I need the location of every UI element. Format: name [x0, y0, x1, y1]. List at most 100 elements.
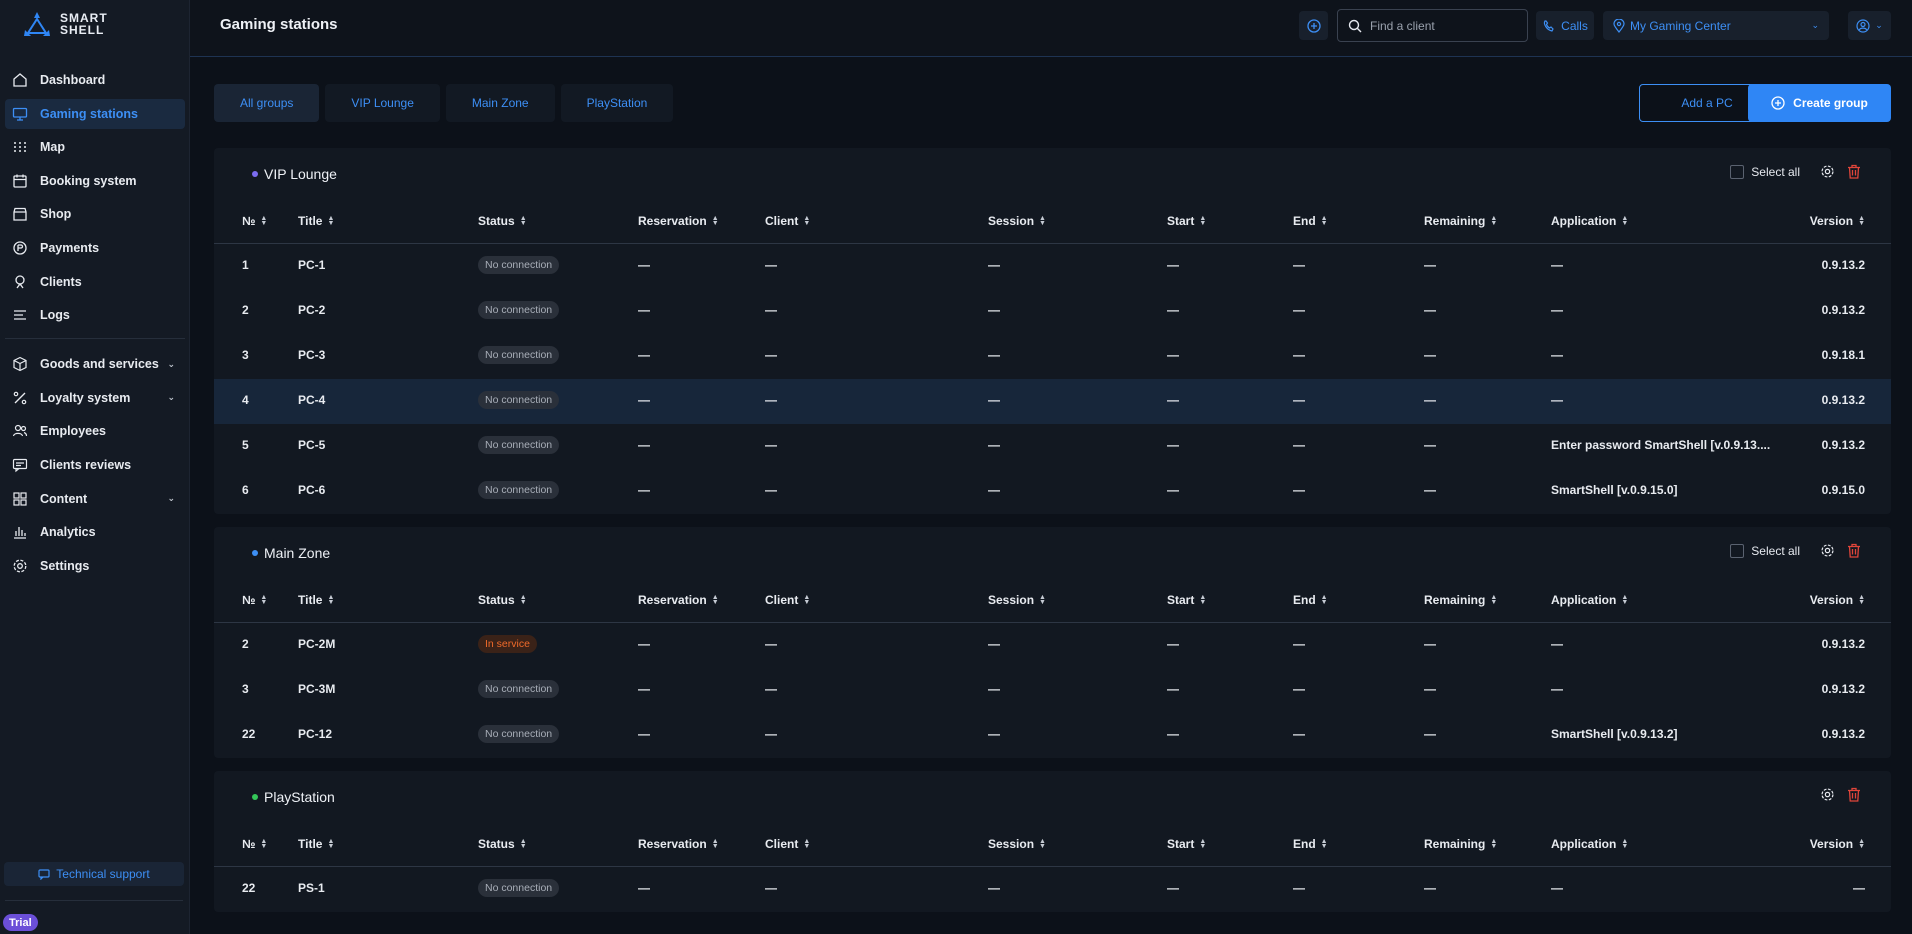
sidebar-item-settings[interactable]: Settings — [5, 551, 185, 581]
sort-icon[interactable]: ▲ ▼ — [520, 838, 527, 850]
sidebar-item-logs[interactable]: Logs — [5, 300, 185, 330]
sort-icon[interactable]: ▲ ▼ — [1621, 838, 1628, 850]
sort-icon[interactable]: ▲ ▼ — [1490, 594, 1497, 606]
column-header[interactable]: Client ▲ ▼ — [765, 214, 810, 228]
trash-icon[interactable] — [1847, 164, 1861, 179]
column-header[interactable]: Title ▲ ▼ — [298, 837, 334, 851]
column-header[interactable]: Application ▲ ▼ — [1551, 837, 1628, 851]
table-row[interactable]: 3 PC-3M No connection — — — — — — — 0.9.13.2 — [214, 668, 1891, 713]
sidebar-item-goods-and-services[interactable]: Goods and services ⌄ — [5, 349, 185, 379]
table-row[interactable]: 4 PC-4 No connection — — — — — — — 0.9.13.2 — [214, 379, 1891, 424]
column-header[interactable]: Version ▲ ▼ — [1810, 837, 1865, 851]
search-input[interactable] — [1370, 18, 1520, 33]
column-header[interactable]: № ▲ ▼ — [242, 837, 267, 851]
sort-icon[interactable]: ▲ ▼ — [1039, 838, 1046, 850]
sidebar-item-analytics[interactable]: Analytics — [5, 517, 185, 547]
column-header[interactable]: Remaining ▲ ▼ — [1424, 593, 1497, 607]
checkbox[interactable] — [1730, 543, 1745, 558]
column-header[interactable]: Version ▲ ▼ — [1810, 593, 1865, 607]
column-header[interactable]: Session ▲ ▼ — [988, 837, 1046, 851]
table-row[interactable]: 1 PC-1 No connection — — — — — — — 0.9.13.2 — [214, 244, 1891, 289]
column-header[interactable]: Start ▲ ▼ — [1167, 214, 1206, 228]
table-row[interactable]: 22 PC-12 No connection — — — — — — SmartShell [… — [214, 713, 1891, 758]
sort-icon[interactable]: ▲ ▼ — [520, 215, 527, 227]
column-header[interactable]: Client ▲ ▼ — [765, 837, 810, 851]
table-row[interactable]: 2 PC-2 No connection — — — — — — — 0.9.13.2 — [214, 289, 1891, 334]
column-header[interactable]: Remaining ▲ ▼ — [1424, 214, 1497, 228]
sort-icon[interactable]: ▲ ▼ — [1199, 838, 1206, 850]
sidebar-item-gaming-stations[interactable]: Gaming stations — [5, 98, 185, 129]
column-header[interactable]: Application ▲ ▼ — [1551, 214, 1628, 228]
pc-title[interactable]: PC-5 — [298, 438, 325, 452]
pc-title[interactable]: PC-2M — [298, 637, 335, 651]
column-header[interactable]: Status ▲ ▼ — [478, 593, 527, 607]
sort-icon[interactable]: ▲ ▼ — [803, 838, 810, 850]
pc-title[interactable]: PC-2 — [298, 303, 325, 317]
pc-title[interactable]: PC-3M — [298, 682, 335, 696]
column-header[interactable]: Reservation ▲ ▼ — [638, 593, 719, 607]
sort-icon[interactable]: ▲ ▼ — [1621, 594, 1628, 606]
column-header[interactable]: Title ▲ ▼ — [298, 214, 334, 228]
pc-title[interactable]: PC-3 — [298, 348, 325, 362]
sidebar-item-shop[interactable]: Shop — [5, 199, 185, 229]
pc-title[interactable]: PC-4 — [298, 393, 325, 407]
column-header[interactable]: Status ▲ ▼ — [478, 837, 527, 851]
gear-icon[interactable] — [1820, 787, 1835, 802]
sort-icon[interactable]: ▲ ▼ — [712, 215, 719, 227]
column-header[interactable]: End ▲ ▼ — [1293, 214, 1328, 228]
column-header[interactable]: End ▲ ▼ — [1293, 593, 1328, 607]
sort-icon[interactable]: ▲ ▼ — [260, 594, 267, 606]
sort-icon[interactable]: ▲ ▼ — [803, 594, 810, 606]
column-header[interactable]: Client ▲ ▼ — [765, 593, 810, 607]
sidebar-item-loyalty-system[interactable]: Loyalty system ⌄ — [5, 383, 185, 413]
column-header[interactable]: Reservation ▲ ▼ — [638, 837, 719, 851]
column-header[interactable]: Session ▲ ▼ — [988, 214, 1046, 228]
sort-icon[interactable]: ▲ ▼ — [1621, 215, 1628, 227]
select-all-checkbox[interactable]: Select all — [1730, 543, 1800, 558]
trash-icon[interactable] — [1847, 787, 1861, 802]
sort-icon[interactable]: ▲ ▼ — [712, 594, 719, 606]
sort-icon[interactable]: ▲ ▼ — [1199, 215, 1206, 227]
tab-playstation[interactable]: PlayStation — [560, 84, 674, 122]
add-circle-button[interactable] — [1299, 11, 1328, 40]
tab-vip-lounge[interactable]: VIP Lounge — [325, 84, 440, 122]
column-header[interactable]: Start ▲ ▼ — [1167, 593, 1206, 607]
sort-icon[interactable]: ▲ ▼ — [1490, 838, 1497, 850]
table-row[interactable]: 5 PC-5 No connection — — — — — — Enter password… — [214, 424, 1891, 469]
sort-icon[interactable]: ▲ ▼ — [327, 594, 334, 606]
table-row[interactable]: 2 PC-2M In service — — — — — — — 0.9.13.2 — [214, 623, 1891, 668]
sort-icon[interactable]: ▲ ▼ — [260, 215, 267, 227]
column-header[interactable]: Title ▲ ▼ — [298, 593, 334, 607]
column-header[interactable]: Start ▲ ▼ — [1167, 837, 1206, 851]
sidebar-item-dashboard[interactable]: Dashboard — [5, 65, 185, 95]
table-row[interactable]: 3 PC-3 No connection — — — — — — — 0.9.18.1 — [214, 334, 1891, 379]
sort-icon[interactable]: ▲ ▼ — [1039, 594, 1046, 606]
create-group-button[interactable]: Create group — [1748, 84, 1891, 122]
pc-title[interactable]: PC-1 — [298, 258, 325, 272]
sort-icon[interactable]: ▲ ▼ — [1321, 838, 1328, 850]
tab-main-zone[interactable]: Main Zone — [445, 84, 555, 122]
sort-icon[interactable]: ▲ ▼ — [520, 594, 527, 606]
tab-all-groups[interactable]: All groups — [214, 84, 320, 122]
search-box[interactable] — [1337, 9, 1528, 42]
column-header[interactable]: Status ▲ ▼ — [478, 214, 527, 228]
column-header[interactable]: Reservation ▲ ▼ — [638, 214, 719, 228]
pc-title[interactable]: PC-12 — [298, 727, 332, 741]
sort-icon[interactable]: ▲ ▼ — [1039, 215, 1046, 227]
column-header[interactable]: № ▲ ▼ — [242, 214, 267, 228]
table-row[interactable]: 6 PC-6 No connection — — — — — — SmartShell [v.… — [214, 469, 1891, 514]
technical-support-button[interactable]: Technical support — [4, 862, 184, 886]
sort-icon[interactable]: ▲ ▼ — [327, 215, 334, 227]
sort-icon[interactable]: ▲ ▼ — [1490, 215, 1497, 227]
sort-icon[interactable]: ▲ ▼ — [1858, 594, 1865, 606]
gaming-center-select[interactable]: My Gaming Center ⌄ — [1603, 11, 1829, 40]
sort-icon[interactable]: ▲ ▼ — [803, 215, 810, 227]
table-row[interactable]: 22 PS-1 No connection — — — — — — — — — [214, 867, 1891, 912]
sort-icon[interactable]: ▲ ▼ — [260, 838, 267, 850]
sidebar-item-clients[interactable]: Clients — [5, 267, 185, 297]
column-header[interactable]: Version ▲ ▼ — [1810, 214, 1865, 228]
column-header[interactable]: Application ▲ ▼ — [1551, 593, 1628, 607]
gear-icon[interactable] — [1820, 164, 1835, 179]
sort-icon[interactable]: ▲ ▼ — [1199, 594, 1206, 606]
brand-logo[interactable]: SMART SHELL — [22, 10, 108, 38]
